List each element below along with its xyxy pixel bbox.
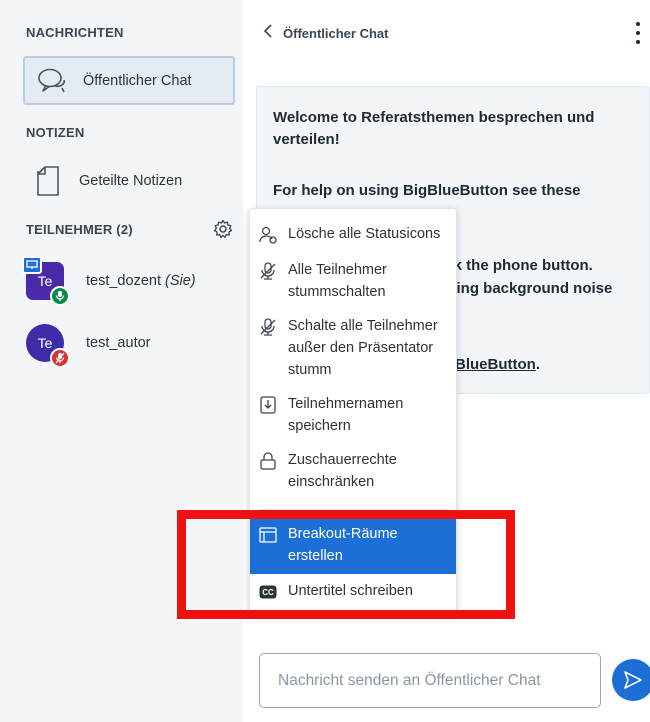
mute-icon bbox=[258, 317, 278, 337]
user-list-item[interactable]: Te test_autor bbox=[26, 320, 236, 368]
welcome-help-text: For help on using BigBlueButton see thes… bbox=[273, 182, 581, 199]
message-input[interactable]: Nachricht senden an Öffentlicher Chat bbox=[259, 653, 601, 708]
avatar: Te bbox=[22, 256, 70, 306]
menu-item-mute-all-except-presenter[interactable]: Schalte alle Teilnehmer außer den Präsen… bbox=[250, 315, 456, 383]
bigbluebutton-link[interactable]: BlueButton bbox=[455, 356, 536, 373]
welcome-line-1: Welcome to Referatsthemen besprechen und bbox=[273, 109, 595, 126]
you-suffix: (Sie) bbox=[165, 273, 196, 289]
menu-item-label: Alle Teilnehmer stummschalten bbox=[288, 262, 387, 300]
microphone-muted-icon bbox=[50, 348, 70, 368]
user-name: test_autor bbox=[86, 335, 151, 351]
clear-status-icon bbox=[258, 225, 278, 245]
chat-title[interactable]: Öffentlicher Chat bbox=[283, 26, 388, 41]
user-name: test_dozent (Sie) bbox=[86, 273, 196, 289]
avatar-initials: Te bbox=[37, 335, 53, 351]
presenter-icon bbox=[22, 256, 42, 274]
public-chat-label: Öffentlicher Chat bbox=[83, 72, 192, 89]
menu-item-lock-viewers[interactable]: Zuschauerrechte einschränken bbox=[250, 449, 456, 495]
user-list-item[interactable]: Te test_dozent (Sie) bbox=[22, 256, 236, 306]
chevron-left-icon[interactable] bbox=[263, 24, 273, 43]
welcome-line-2: verteilen! bbox=[273, 131, 340, 148]
menu-item-label: Teilnehmernamen speichern bbox=[288, 396, 404, 434]
lock-icon bbox=[258, 451, 278, 471]
welcome-partial-text: lick the phone button. bbox=[437, 257, 593, 274]
gear-icon[interactable] bbox=[212, 218, 234, 240]
send-icon bbox=[624, 671, 642, 689]
menu-item-clear-status[interactable]: Lösche alle Statusicons bbox=[250, 223, 456, 249]
menu-item-label: Lösche alle Statusicons bbox=[288, 226, 441, 242]
menu-item-label: Schalte alle Teilnehmer außer den Präsen… bbox=[288, 318, 438, 378]
microphone-icon bbox=[50, 286, 70, 306]
mute-icon bbox=[258, 261, 278, 281]
messages-section-title: NACHRICHTEN bbox=[26, 25, 124, 40]
annotation-highlight-box bbox=[177, 510, 515, 619]
menu-item-save-names[interactable]: Teilnehmernamen speichern bbox=[250, 393, 456, 439]
shared-notes-label: Geteilte Notizen bbox=[79, 173, 183, 189]
download-icon bbox=[258, 395, 278, 415]
welcome-partial-text: using background noise bbox=[439, 280, 613, 297]
more-options-icon[interactable] bbox=[632, 22, 644, 44]
chat-header: Öffentlicher Chat bbox=[243, 0, 650, 64]
sidebar-item-public-chat[interactable]: Öffentlicher Chat bbox=[23, 56, 235, 105]
avatar-initials: Te bbox=[37, 273, 53, 289]
menu-item-label: Zuschauerrechte einschränken bbox=[288, 452, 397, 490]
welcome-link-line: BlueButton. bbox=[455, 356, 540, 373]
chat-icon bbox=[35, 64, 69, 98]
sidebar-item-shared-notes[interactable]: Geteilte Notizen bbox=[23, 158, 235, 204]
menu-item-mute-all[interactable]: Alle Teilnehmer stummschalten bbox=[250, 259, 456, 305]
notes-section-title: NOTIZEN bbox=[26, 125, 85, 140]
avatar: Te bbox=[26, 324, 70, 368]
notes-icon bbox=[31, 161, 65, 201]
participants-section-title: TEILNEHMER (2) bbox=[26, 222, 133, 237]
send-button[interactable] bbox=[612, 659, 650, 701]
